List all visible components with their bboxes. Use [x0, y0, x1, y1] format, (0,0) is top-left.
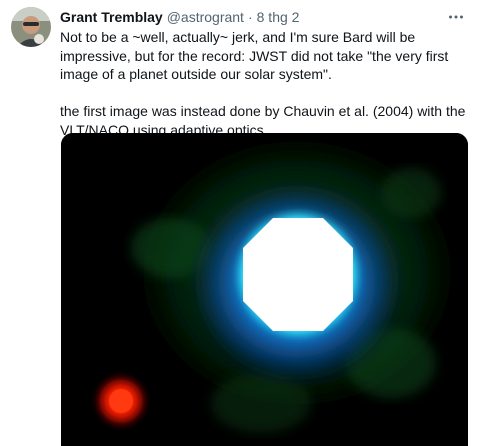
- tweet-text: Not to be a ~well, actually~ jerk, and I…: [60, 28, 468, 139]
- tweet-media-image[interactable]: [61, 133, 468, 446]
- tweet-header: Grant Tremblay @astrogrant · 8 thg 2: [60, 7, 466, 27]
- avatar[interactable]: [11, 7, 51, 47]
- tweet-timestamp[interactable]: 8 thg 2: [257, 9, 300, 25]
- author-handle[interactable]: @astrogrant: [167, 9, 244, 25]
- tweet-text-paragraph-1: Not to be a ~well, actually~ jerk, and I…: [60, 29, 449, 82]
- author-display-name[interactable]: Grant Tremblay: [60, 9, 163, 25]
- tweet: Grant Tremblay @astrogrant · 8 thg 2 Not…: [0, 0, 480, 446]
- header-separator: ·: [247, 9, 253, 25]
- more-horizontal-icon[interactable]: [446, 7, 466, 27]
- astronomy-image: [61, 133, 468, 446]
- avatar-image: [11, 7, 51, 47]
